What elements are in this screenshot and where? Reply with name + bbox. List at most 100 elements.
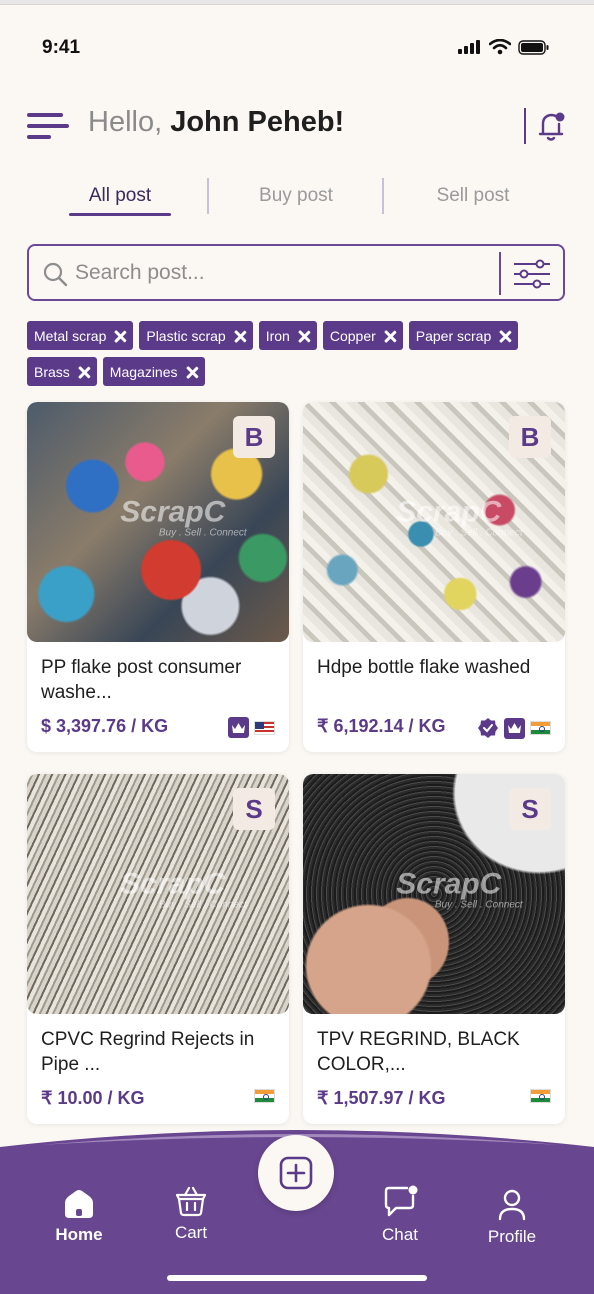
- chip-magazines[interactable]: Magazines: [102, 357, 205, 386]
- close-icon[interactable]: [186, 366, 198, 378]
- close-icon[interactable]: [499, 330, 511, 342]
- post-card[interactable]: ScrapC Buy . Sell . Connect B Hdpe bottle…: [303, 402, 565, 752]
- sell-badge: S: [509, 788, 551, 830]
- post-price: ₹ 10.00 / KG: [41, 1088, 145, 1108]
- tab-separator: [207, 178, 209, 214]
- tab-all-post[interactable]: All post: [50, 185, 190, 207]
- close-icon[interactable]: [384, 330, 396, 342]
- chip-label: Brass: [34, 363, 70, 380]
- nav-profile-label: Profile: [487, 1227, 537, 1246]
- close-icon[interactable]: [298, 330, 310, 342]
- nav-cart[interactable]: Cart: [151, 1185, 231, 1243]
- notification-bell-icon[interactable]: [537, 110, 567, 142]
- watermark: ScrapC: [120, 495, 226, 529]
- battery-icon: [518, 39, 549, 55]
- buy-badge: B: [509, 416, 551, 458]
- signal-icon: [458, 40, 480, 54]
- tab-sell-post[interactable]: Sell post: [403, 185, 543, 207]
- watermark-tagline: Buy . Sell . Connect: [434, 899, 523, 911]
- post-card[interactable]: ScrapC Buy . Sell . Connect S TPV REGRIND…: [303, 774, 565, 1124]
- search-input[interactable]: [75, 256, 495, 290]
- greeting: Hello, John Peheb!: [88, 106, 344, 139]
- watermark-tagline: Buy . Sell . Connect: [158, 527, 247, 539]
- close-icon[interactable]: [114, 330, 126, 342]
- menu-icon[interactable]: [27, 111, 69, 141]
- watermark-tagline: Buy . Sell . Connect: [158, 899, 247, 911]
- plus-square-icon: [279, 1156, 313, 1190]
- chat-icon: [384, 1185, 418, 1217]
- india-flag-icon: [254, 1089, 275, 1103]
- header-divider: [524, 108, 526, 144]
- nav-chat-label: Chat: [382, 1225, 418, 1244]
- filter-chips: Metal scrap Plastic scrap Iron Copper Pa…: [27, 321, 567, 393]
- chip-plastic-scrap[interactable]: Plastic scrap: [139, 321, 253, 350]
- status-time: 9:41: [42, 37, 81, 58]
- post-price: ₹ 6,192.14 / KG: [317, 716, 446, 736]
- chip-paper-scrap[interactable]: Paper scrap: [408, 321, 519, 350]
- watermark: ScrapC: [396, 867, 502, 901]
- verified-badge-icon: [478, 718, 498, 738]
- basket-icon: [175, 1186, 207, 1217]
- post-card[interactable]: ScrapC Buy . Sell . Connect S CPVC Regrin…: [27, 774, 289, 1124]
- search-bar: [27, 244, 565, 301]
- status-icons: [458, 39, 550, 55]
- buy-badge: B: [233, 416, 275, 458]
- filter-sliders-icon[interactable]: [513, 259, 551, 289]
- app-screen: 9:41 Hello, John Peheb! All post Buy pos…: [0, 4, 594, 1294]
- search-icon: [43, 262, 68, 287]
- search-divider: [499, 252, 501, 295]
- post-meta: [254, 1089, 275, 1103]
- crown-icon: [504, 717, 525, 739]
- tab-separator: [382, 178, 384, 214]
- home-icon: [65, 1190, 93, 1218]
- post-tabs: All post Buy post Sell post: [30, 175, 564, 221]
- close-icon[interactable]: [78, 366, 90, 378]
- post-image: ScrapC Buy . Sell . Connect B: [303, 402, 565, 642]
- post-title: Hdpe bottle flake washed: [317, 657, 531, 678]
- chip-label: Metal scrap: [34, 327, 107, 344]
- watermark: ScrapC: [120, 867, 226, 901]
- nav-cart-label: Cart: [174, 1223, 208, 1242]
- user-name: John Peheb!: [170, 106, 345, 138]
- bottom-navigation: Home Cart Chat Profile: [0, 1125, 594, 1294]
- post-image: ScrapC Buy . Sell . Connect S: [27, 774, 289, 1014]
- chip-copper[interactable]: Copper: [322, 321, 403, 350]
- us-flag-icon: [254, 720, 275, 735]
- chip-brass[interactable]: Brass: [27, 357, 97, 386]
- watermark: ScrapC: [396, 495, 502, 529]
- watermark-tagline: Buy . Sell . Connect: [434, 527, 523, 539]
- nav-chat[interactable]: Chat: [360, 1185, 440, 1245]
- post-image: ScrapC Buy . Sell . Connect B: [27, 402, 289, 642]
- close-icon[interactable]: [234, 330, 246, 342]
- india-flag-icon: [530, 721, 551, 735]
- greeting-prefix: Hello,: [88, 106, 171, 138]
- post-meta: [228, 717, 275, 738]
- india-flag-icon: [530, 1089, 551, 1103]
- chip-label: Iron: [265, 327, 290, 344]
- chip-label: Paper scrap: [415, 327, 492, 344]
- post-price: ₹ 1,507.97 / KG: [317, 1088, 446, 1108]
- nav-home-label: Home: [55, 1225, 103, 1244]
- home-indicator: [167, 1275, 427, 1281]
- add-post-button[interactable]: [258, 1135, 334, 1211]
- user-icon: [498, 1189, 526, 1221]
- post-image: ScrapC Buy . Sell . Connect S: [303, 774, 565, 1014]
- tab-buy-post[interactable]: Buy post: [226, 185, 366, 207]
- post-price: $ 3,397.76 / KG: [41, 716, 169, 736]
- chip-label: Plastic scrap: [146, 327, 226, 344]
- chip-label: Magazines: [109, 363, 178, 380]
- status-bar: 9:41: [0, 5, 594, 85]
- nav-profile[interactable]: Profile: [472, 1189, 552, 1247]
- chip-label: Copper: [329, 327, 376, 344]
- chip-metal-scrap[interactable]: Metal scrap: [27, 321, 134, 350]
- post-meta: [477, 717, 551, 739]
- crown-icon: [228, 717, 249, 738]
- post-title: PP flake post consumer washe...: [41, 657, 242, 703]
- wifi-icon: [489, 39, 511, 55]
- active-tab-indicator: [69, 213, 171, 216]
- chip-iron[interactable]: Iron: [258, 321, 317, 350]
- post-card[interactable]: ScrapC Buy . Sell . Connect B PP flake po…: [27, 402, 289, 752]
- sell-badge: S: [233, 788, 275, 830]
- nav-home[interactable]: Home: [39, 1189, 119, 1245]
- post-title: TPV REGRIND, BLACK COLOR,...: [317, 1029, 520, 1075]
